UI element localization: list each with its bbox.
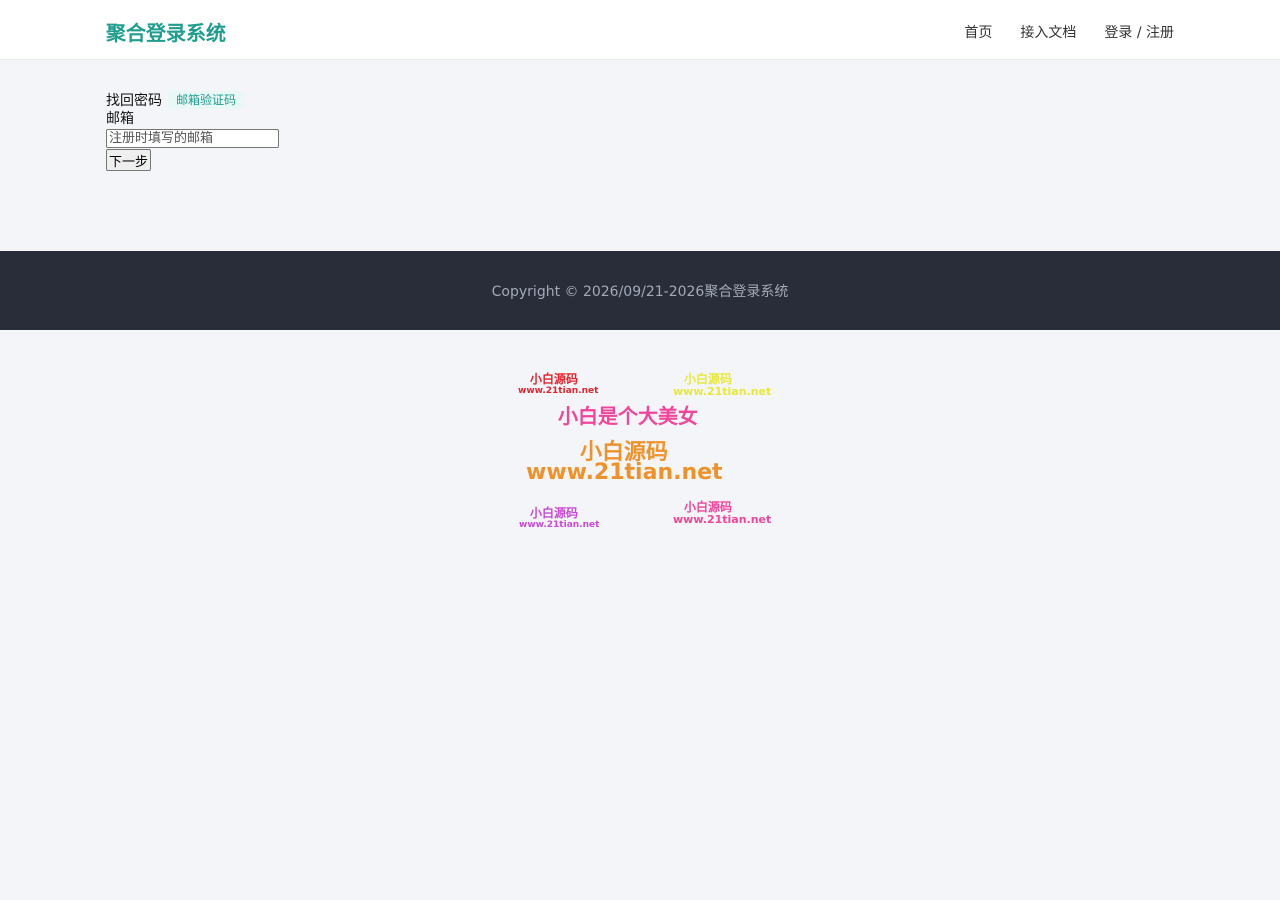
reset-password-form: 找回密码 邮箱验证码 邮箱 下一步 bbox=[106, 90, 279, 171]
watermark-image: 小白源码 www.21tian.net 小白源码 www.21tian.net … bbox=[510, 362, 772, 538]
nav-home-link[interactable]: 首页 bbox=[964, 22, 992, 42]
nav-login-register-link[interactable]: 登录 / 注册 bbox=[1104, 22, 1174, 42]
watermark-tagline: 小白是个大美女 bbox=[558, 404, 698, 428]
next-step-button[interactable]: 下一步 bbox=[106, 149, 152, 171]
email-input[interactable] bbox=[106, 129, 279, 148]
watermark-top-left-url: www.21tian.net bbox=[518, 386, 599, 396]
top-navbar: 聚合登录系统 首页 接入文档 登录 / 注册 bbox=[0, 0, 1280, 60]
watermark-main-url: www.21tian.net bbox=[526, 460, 723, 485]
nav-docs-link[interactable]: 接入文档 bbox=[1020, 22, 1076, 42]
footer-copyright: Copyright © 2026/09/21-2026聚合登录系统 bbox=[491, 283, 789, 300]
watermark-bottom-left-url: www.21tian.net bbox=[519, 520, 600, 530]
main-nav: 首页 接入文档 登录 / 注册 bbox=[964, 22, 1174, 42]
footer: Copyright © 2026/09/21-2026聚合登录系统 bbox=[0, 251, 1280, 330]
watermark-top-right-url: www.21tian.net bbox=[673, 385, 772, 398]
brand-logo-text[interactable]: 聚合登录系统 bbox=[106, 17, 226, 46]
method-badge: 邮箱验证码 bbox=[168, 90, 245, 109]
watermark-bottom-right-url: www.21tian.net bbox=[673, 513, 772, 526]
form-title: 找回密码 bbox=[106, 92, 162, 109]
watermark-top-left-title: 小白源码 bbox=[530, 372, 579, 386]
form-title-row: 找回密码 邮箱验证码 bbox=[106, 90, 279, 109]
email-label: 邮箱 bbox=[106, 111, 134, 127]
watermark-bottom-left-title: 小白源码 bbox=[530, 506, 579, 520]
